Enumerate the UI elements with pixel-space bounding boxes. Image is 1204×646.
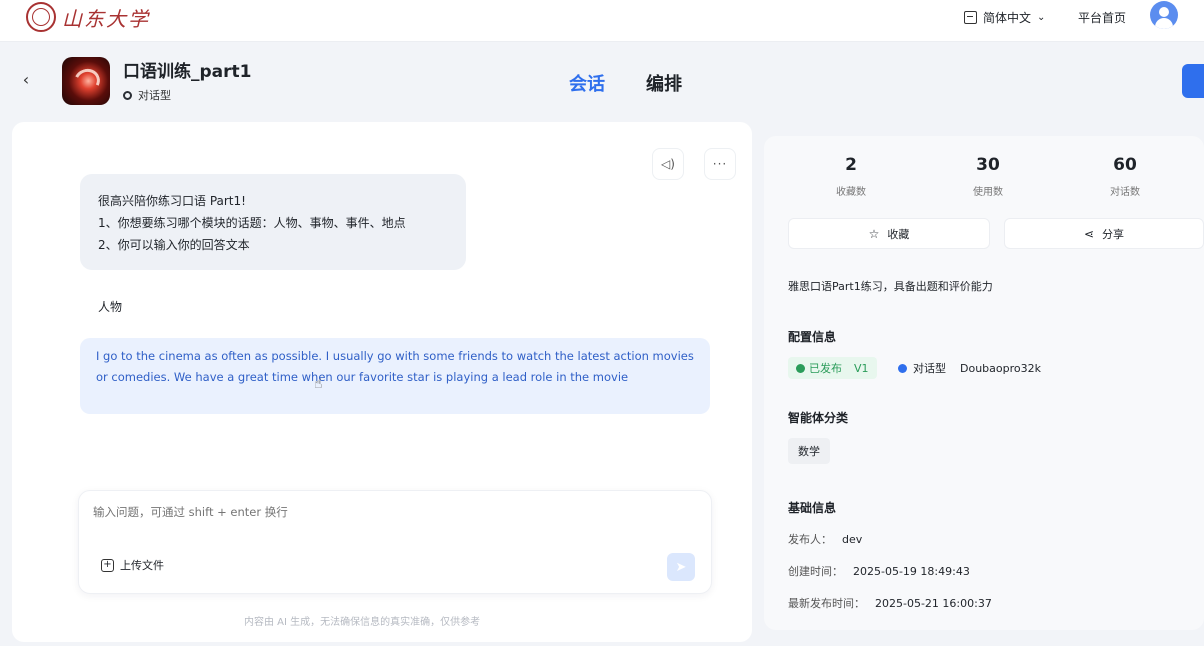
publisher-value: dev: [842, 533, 863, 546]
bot-message-line: 2、你可以输入你的回答文本: [98, 238, 250, 252]
user-avatar[interactable]: [1150, 1, 1178, 29]
status-badge: 已发布 V1: [788, 357, 877, 379]
chevron-down-icon: ⌄: [1037, 11, 1046, 23]
config-type: 对话型: [913, 362, 946, 375]
model-name: Doubaopro32k: [960, 361, 1041, 375]
top-bar: 山东大学 简体中文 ⌄ 平台首页: [0, 0, 1204, 42]
bot-message-line: 很高兴陪你练习口语 Part1!: [98, 194, 246, 208]
publisher-row: 发布人： dev: [788, 531, 862, 547]
language-icon: [964, 10, 977, 24]
publisher-label: 发布人：: [788, 533, 832, 546]
more-options-button[interactable]: ···: [704, 148, 736, 180]
voice-button[interactable]: ◁): [652, 148, 684, 180]
agent-avatar: [62, 57, 110, 105]
seal-icon: [26, 2, 56, 32]
updated-label: 最新发布时间：: [788, 597, 865, 610]
message-input[interactable]: [93, 505, 653, 519]
category-tag: 数学: [788, 438, 830, 464]
agent-description: 雅思口语Part1练习，具备出题和评价能力: [788, 280, 993, 293]
status-text: 已发布: [809, 362, 842, 375]
chat-type-icon: [123, 90, 132, 100]
chat-type-icon: [898, 363, 907, 373]
user-message: 人物: [98, 300, 123, 314]
platform-home-link[interactable]: 平台首页: [1078, 9, 1126, 26]
check-circle-icon: [796, 363, 805, 373]
share-icon: ⋖: [1083, 226, 1095, 241]
upload-label: 上传文件: [120, 559, 164, 572]
bot-message: 很高兴陪你练习口语 Part1! 1、你想要练习哪个模块的话题：人物、事物、事件…: [80, 174, 466, 270]
stat-uses: 30 使用数: [943, 155, 1033, 198]
share-button[interactable]: ⋖ 分享: [1004, 218, 1204, 249]
message-composer: + 上传文件 ➤: [78, 490, 712, 594]
tab-arrange[interactable]: 编排: [646, 70, 682, 96]
logo-text: 山东大学: [62, 6, 150, 31]
category-section-title: 智能体分类: [788, 411, 849, 425]
model-info: 对话型 Doubaopro32k: [898, 360, 1041, 376]
upload-icon: +: [101, 558, 114, 572]
stat-value: 2: [845, 155, 857, 175]
basic-section-title: 基础信息: [788, 501, 837, 515]
upload-file-button[interactable]: + 上传文件: [101, 557, 164, 573]
language-switcher[interactable]: 简体中文 ⌄: [964, 8, 1045, 26]
primary-action-button[interactable]: [1182, 64, 1204, 98]
updated-time-row: 最新发布时间： 2025-05-21 16:00:37: [788, 595, 992, 611]
created-label: 创建时间：: [788, 565, 843, 578]
agent-type-label: 对话型: [123, 87, 171, 103]
hand-cursor-icon: ☝: [314, 376, 323, 392]
speaker-icon: ◁): [661, 157, 675, 171]
stat-label: 使用数: [973, 187, 1003, 198]
favorite-button[interactable]: ☆ 收藏: [788, 218, 990, 249]
user-message-bubble: I go to the cinema as often as possible.…: [80, 338, 710, 414]
language-label: 简体中文: [983, 10, 1032, 25]
stat-value: 30: [976, 155, 1000, 175]
version-text: V1: [854, 361, 869, 375]
send-button[interactable]: ➤: [667, 553, 695, 581]
created-time-row: 创建时间： 2025-05-19 18:49:43: [788, 563, 970, 579]
stat-label: 对话数: [1110, 187, 1140, 198]
stat-conversations: 60 对话数: [1080, 155, 1170, 198]
config-section-title: 配置信息: [788, 330, 837, 344]
stat-label: 收藏数: [836, 187, 866, 198]
star-icon: ☆: [868, 226, 880, 241]
chevron-left-icon: ‹: [22, 70, 30, 89]
tab-chat[interactable]: 会话: [569, 70, 605, 96]
updated-value: 2025-05-21 16:00:37: [875, 597, 992, 610]
ellipsis-icon: ···: [712, 157, 728, 171]
university-logo[interactable]: 山东大学: [26, 2, 150, 32]
info-panel: [764, 136, 1204, 630]
agent-title: 口语训练_part1: [123, 62, 252, 82]
send-icon: ➤: [675, 559, 687, 575]
agent-type-text: 对话型: [138, 89, 171, 102]
back-button[interactable]: ‹: [18, 70, 34, 90]
stat-value: 60: [1113, 155, 1137, 175]
bot-message-line: 1、你想要练习哪个模块的话题：人物、事物、事件、地点: [98, 216, 406, 230]
share-label: 分享: [1102, 227, 1125, 241]
favorite-label: 收藏: [887, 227, 910, 241]
ai-disclaimer: 内容由 AI 生成，无法确保信息的真实准确，仅供参考: [244, 617, 481, 628]
stat-favorites: 2 收藏数: [806, 155, 896, 198]
created-value: 2025-05-19 18:49:43: [853, 565, 970, 578]
